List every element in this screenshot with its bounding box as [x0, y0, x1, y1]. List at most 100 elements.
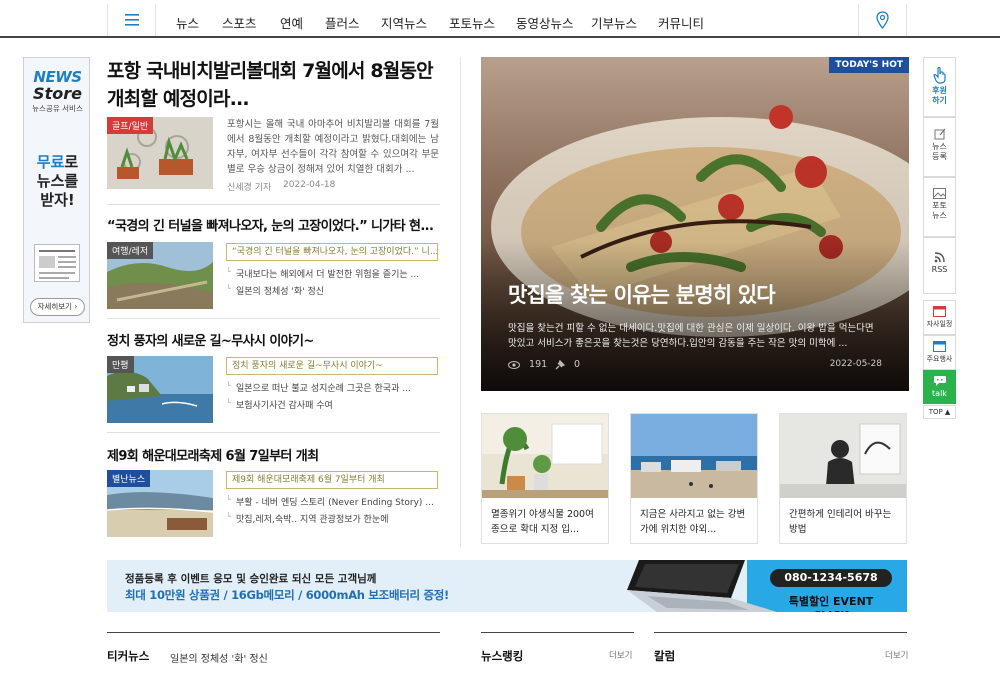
ad-headline-ro: 로 [64, 153, 79, 171]
section-odd-news-sub-2[interactable]: 맛집,레저,숙박.. 지역 관광정보가 한눈에 [226, 512, 438, 525]
ranking-divider [481, 632, 634, 633]
image-icon [933, 188, 946, 199]
hero-views-count: 191 [529, 359, 548, 370]
ticker-news-text[interactable]: 일본의 정체성 '화' 정신 [170, 650, 268, 665]
photo-card-3-image [780, 414, 906, 498]
photo-news-label: 포토 뉴스 [932, 201, 947, 220]
section-travel-title[interactable]: “국경의 긴 터널을 빠져나오자, 눈의 고장이었다.” 니가타 현... [107, 215, 442, 234]
section-odd-news-thumbnail[interactable]: 별난뉴스 [107, 470, 213, 537]
hand-pointer-icon [932, 66, 946, 84]
news-ranking-more-link[interactable]: 더보기 [609, 649, 632, 661]
schedule-label: 자사일정 [926, 320, 953, 328]
promo-event-link[interactable]: 특별할인 EVENT CLICK [770, 593, 892, 612]
lead-article-summary: 포항시는 올해 국내 아마추어 비치발리볼 대회를 7월에서 8월동안 개최할 … [227, 119, 439, 175]
nav-item-photo-news[interactable]: 포토뉴스 [449, 13, 495, 32]
lead-article-title[interactable]: 포항 국내비치발리볼대회 7월에서 8월동안 개최할 예정이라... [107, 57, 442, 113]
section-travel-sub-1[interactable]: 국내보다는 해외에서 더 발전한 위험을 즐기는 ... [226, 267, 438, 280]
ad-details-label: 자세히보기 [37, 302, 73, 311]
section-cartoon-sub-2[interactable]: 보험사기사건 감사패 수여 [226, 398, 438, 411]
promo-banner[interactable]: 정품등록 후 이벤트 응모 및 승인완료 되신 모든 고객님께 최대 10만원 … [107, 560, 907, 612]
calendar-events-icon [933, 341, 946, 352]
section-odd-news-sub-1[interactable]: 부활 - 네버 엔딩 스토리 (Never Ending Story) ... [226, 495, 438, 508]
photo-card-2[interactable]: 지금은 사라지고 없는 강변가에 위치한 야외... [630, 413, 758, 544]
news-ranking-title: 뉴스랭킹 [481, 649, 524, 663]
ad-headline-free: 무료 [36, 153, 65, 171]
photo-card-3[interactable]: 간편하게 인테리어 바꾸는 방법 [779, 413, 907, 544]
ad-subtitle: 뉴스공유 서비스 [32, 104, 83, 113]
lead-category-badge: 골프/일반 [107, 117, 154, 134]
section-odd-news-headline-box[interactable]: 제9회 해운대모래축제 6월 7일부터 개최 [226, 471, 438, 489]
hero-date: 2022-05-28 [829, 359, 882, 369]
section-cartoon-sub-1[interactable]: 일본으로 떠난 불교 성지순례 그곳은 한국과 ... [226, 381, 438, 394]
events-button[interactable]: 주요행사 [923, 335, 956, 370]
ad-headline: 무료로 뉴스를 받자! [24, 153, 89, 210]
photo-card-1-image [482, 414, 608, 498]
photo-card-1[interactable]: 멸종위기 야생식물 200여종으로 확대 지정 입... [481, 413, 609, 544]
lead-article-thumbnail[interactable]: 골프/일반 [107, 117, 213, 189]
hero-pins-count: 0 [574, 359, 581, 370]
lead-article-author: 신세경 기자 [227, 183, 272, 193]
nav-item-local-news[interactable]: 지역뉴스 [381, 13, 427, 32]
promo-phone-number[interactable]: 080-1234-5678 [770, 569, 892, 587]
donate-label: 후원 하기 [932, 86, 947, 105]
section-travel-badge: 여행/레저 [107, 242, 154, 259]
ad-brand-store: Store [33, 84, 82, 103]
nav-item-news[interactable]: 뉴스 [176, 13, 199, 32]
promo-line-2: 최대 10만원 상품권 / 16Gb메모리 / 6000mAh 보조배터리 증정… [125, 588, 449, 602]
nav-item-donation-news[interactable]: 기부뉴스 [591, 13, 637, 32]
ticker-news-title: 티커뉴스 [107, 649, 150, 663]
rss-icon [934, 252, 945, 263]
section-cartoon-title[interactable]: 정치 풍자의 새로운 길~무사시 이야기~ [107, 330, 442, 349]
column-title: 칼럼 [654, 649, 676, 663]
news-store-ad[interactable]: NEWS Store 뉴스공유 서비스 무료로 뉴스를 받자! 자세히보기 › [23, 57, 90, 323]
section-cartoon-badge: 만평 [107, 356, 134, 373]
submit-news-button[interactable]: 뉴스 등록 [923, 117, 956, 177]
nav-item-sports[interactable]: 스포츠 [222, 13, 257, 32]
top-nav: 뉴스 스포츠 연예 플러스 지역뉴스 포토뉴스 동영상뉴스 기부뉴스 커뮤니티 [0, 0, 1000, 38]
ad-details-button[interactable]: 자세히보기 › [30, 298, 85, 316]
section-cartoon-thumbnail[interactable]: 만평 [107, 356, 213, 423]
photo-card-2-image [631, 414, 757, 498]
calendar-icon [933, 306, 946, 317]
section-travel-thumbnail[interactable]: 여행/레저 [107, 242, 213, 309]
hamburger-menu-button[interactable] [108, 4, 156, 36]
divider [107, 432, 440, 433]
section-cartoon-headline-box[interactable]: 정치 풍자의 새로운 길~무사시 이야기~ [226, 357, 438, 375]
nav-item-entertainment[interactable]: 연예 [280, 13, 303, 32]
photo-news-button[interactable]: 포토 뉴스 [923, 177, 956, 237]
photo-card-3-title: 간편하게 인테리어 바꾸는 방법 [789, 509, 892, 535]
section-travel-headline-box[interactable]: “국경의 긴 터널을 빠져나오자, 눈의 고장이었다.” 니... [226, 243, 438, 261]
edit-icon [934, 128, 945, 140]
lead-article-date: 2022-04-18 [283, 180, 336, 190]
ad-headline-line2: 뉴스를 [36, 172, 79, 190]
talk-button[interactable]: talk [923, 370, 956, 404]
hero-title[interactable]: 맛집을 찾는 이유는 분명히 있다 [508, 279, 776, 309]
hero-pins: 0 [555, 359, 580, 370]
column-divider [460, 57, 461, 547]
talk-label: talk [932, 389, 947, 398]
nav-item-video-news[interactable]: 동영상뉴스 [516, 13, 574, 32]
nav-item-community[interactable]: 커뮤니티 [658, 13, 704, 32]
submit-news-label: 뉴스 등록 [932, 142, 947, 161]
section-odd-news-title[interactable]: 제9회 해운대모래축제 6월 7일부터 개최 [107, 445, 442, 464]
schedule-button[interactable]: 자사일정 [923, 300, 956, 335]
location-button[interactable] [858, 4, 906, 36]
todays-hot-badge: TODAY'S HOT [829, 57, 909, 73]
map-pin-icon [876, 11, 889, 29]
ticker-divider [107, 632, 440, 633]
newspaper-icon [34, 244, 80, 282]
hero-summary: 맛집을 찾는건 피할 수 없는 대세이다.맛집에 대한 관심은 이제 일상이다.… [508, 323, 874, 349]
nav-item-plus[interactable]: 플러스 [325, 13, 360, 32]
donate-button[interactable]: 후원 하기 [923, 57, 956, 117]
column-divider-line [654, 632, 907, 633]
laptop-icon [627, 560, 777, 612]
hero-feature[interactable]: TODAY'S HOT 맛집을 찾는 이유는 분명히 있다 맛집을 찾는건 피할… [481, 57, 909, 391]
photo-card-2-title: 지금은 사라지고 없는 강변가에 위치한 야외... [640, 509, 746, 535]
section-travel-sub-2[interactable]: 일본의 정체성 '화' 정신 [226, 284, 438, 297]
divider [107, 204, 440, 205]
column-more-link[interactable]: 더보기 [885, 649, 908, 661]
scroll-top-button[interactable]: TOP ▲ [923, 405, 956, 419]
rss-button[interactable]: RSS [923, 237, 956, 294]
events-label: 주요행사 [926, 355, 953, 363]
promo-line-1: 정품등록 후 이벤트 응모 및 승인완료 되신 모든 고객님께 [125, 573, 377, 585]
